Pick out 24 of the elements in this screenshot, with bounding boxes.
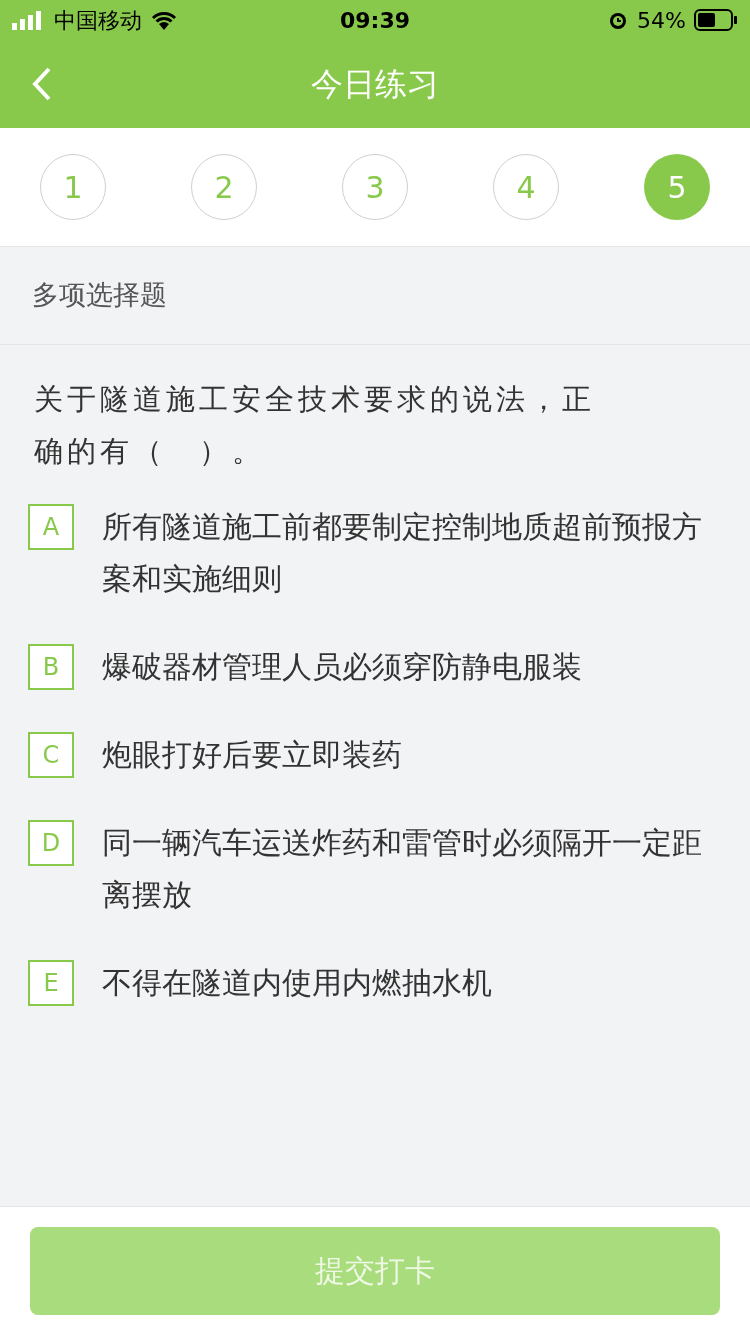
question-number-tab[interactable]: 4 — [493, 154, 559, 220]
option-letter[interactable]: A — [28, 504, 74, 550]
question-number-tab[interactable]: 2 — [191, 154, 257, 220]
option-letter[interactable]: C — [28, 732, 74, 778]
option-text: 同一辆汽车运送炸药和雷管时必须隔开一定距离摆放 — [102, 824, 703, 914]
option-letter[interactable]: D — [28, 820, 74, 866]
page-title: 今日练习 — [311, 64, 439, 105]
option-letter[interactable]: E — [28, 960, 74, 1006]
question-number-tab[interactable]: 1 — [40, 154, 106, 220]
option-text: 不得在隧道内使用内燃抽水机 — [102, 964, 492, 1002]
carrier-name: 中国移动 — [54, 6, 142, 35]
option-text: 炮眼打好后要立即装药 — [102, 736, 402, 774]
question-type: 多项选择题 — [0, 247, 750, 345]
back-icon — [32, 67, 52, 101]
option-text: 所有隧道施工前都要制定控制地质超前预报方案和实施细则 — [102, 508, 703, 598]
question-number-tab[interactable]: 3 — [342, 154, 408, 220]
wifi-icon — [150, 10, 178, 30]
question-number-tab[interactable]: 5 — [644, 154, 710, 220]
status-time: 09:39 — [340, 6, 410, 35]
question-text: 关于隧道施工安全技术要求的说法，正确的有（ ）。 — [33, 381, 596, 470]
option-text: 爆破器材管理人员必须穿防静电服装 — [102, 648, 582, 686]
battery-percent: 54% — [637, 6, 686, 35]
battery-icon — [694, 9, 738, 31]
option-letter[interactable]: B — [28, 644, 74, 690]
